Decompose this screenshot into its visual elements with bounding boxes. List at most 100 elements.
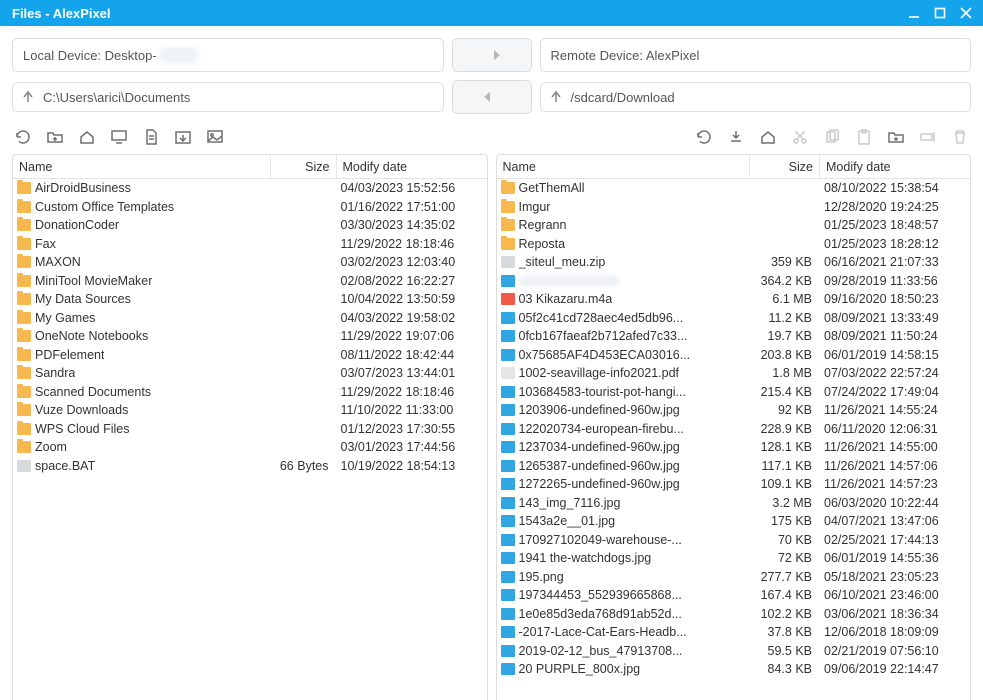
local-path-box[interactable]: C:\Users\arici\Documents: [12, 82, 444, 112]
local-pane: Name Size Modify date AirDroidBusiness04…: [12, 154, 488, 700]
file-name: Custom Office Templates: [35, 200, 174, 214]
file-row[interactable]: 0fcb167faeaf2b712afed7c33...19.7 KB08/09…: [497, 327, 971, 346]
file-date: 11/26/2021 14:55:00: [818, 440, 968, 454]
file-row[interactable]: 122020734-european-firebu...228.9 KB06/1…: [497, 420, 971, 439]
local-column-header[interactable]: Name Size Modify date: [13, 155, 487, 179]
col-name-header[interactable]: Name: [13, 155, 271, 178]
file-row[interactable]: 1203906-undefined-960w.jpg92 KB11/26/202…: [497, 401, 971, 420]
transfer-left-button[interactable]: [452, 80, 532, 114]
remote-file-list[interactable]: GetThemAll08/10/2022 15:38:54Imgur12/28/…: [497, 179, 971, 700]
file-date: 09/28/2019 11:33:56: [818, 274, 968, 288]
file-row[interactable]: 1543a2e__01.jpg175 KB04/07/2021 13:47:06: [497, 512, 971, 531]
copy-button[interactable]: [823, 128, 841, 146]
remote-path-box[interactable]: /sdcard/Download: [540, 82, 972, 112]
transfer-right-button[interactable]: [452, 38, 532, 72]
file-row[interactable]: 20 PURPLE_800x.jpg84.3 KB09/06/2019 22:1…: [497, 660, 971, 679]
file-row[interactable]: Custom Office Templates01/16/2022 17:51:…: [13, 198, 487, 217]
picture-button[interactable]: [206, 128, 224, 146]
desktop-button[interactable]: [110, 128, 128, 146]
file-row[interactable]: -2017-Lace-Cat-Ears-Headb...37.8 KB12/06…: [497, 623, 971, 642]
file-row[interactable]: 143_img_7116.jpg3.2 MB06/03/2020 10:22:4…: [497, 494, 971, 513]
folder-icon: [17, 386, 31, 398]
refresh-button[interactable]: [14, 128, 32, 146]
file-row[interactable]: 0x75685AF4D453ECA03016...203.8 KB06/01/2…: [497, 346, 971, 365]
file-row[interactable]: My Data Sources 10/04/2022 13:50:59: [13, 290, 487, 309]
paste-button[interactable]: [855, 128, 873, 146]
file-row[interactable]: MiniTool MovieMaker02/08/2022 16:22:27: [13, 272, 487, 291]
file-row[interactable]: Regrann01/25/2023 18:48:57: [497, 216, 971, 235]
file-row[interactable]: Zoom03/01/2023 17:44:56: [13, 438, 487, 457]
file-row[interactable]: _siteul_meu.zip359 KB06/16/2021 21:07:33: [497, 253, 971, 272]
col-name-header[interactable]: Name: [497, 155, 751, 178]
col-size-header[interactable]: Size: [750, 155, 820, 178]
close-button[interactable]: [953, 0, 979, 26]
file-row[interactable]: 03 Kikazaru.m4a6.1 MB09/16/2020 18:50:23: [497, 290, 971, 309]
file-date: 07/24/2022 17:49:04: [818, 385, 968, 399]
file-row[interactable]: space.BAT66 Bytes10/19/2022 18:54:13: [13, 457, 487, 476]
file-row[interactable]: Imgur12/28/2020 19:24:25: [497, 198, 971, 217]
image-icon: [501, 608, 515, 620]
file-name: 1e0e85d3eda768d91ab52d...: [519, 607, 682, 621]
col-size-header[interactable]: Size: [271, 155, 337, 178]
file-row[interactable]: 364.2 KB09/28/2019 11:33:56: [497, 272, 971, 291]
file-row[interactable]: WPS Cloud Files01/12/2023 17:30:55: [13, 420, 487, 439]
file-name: My Data Sources: [35, 292, 131, 306]
local-file-list[interactable]: AirDroidBusiness04/03/2023 15:52:56Custo…: [13, 179, 487, 700]
file-row[interactable]: 197344453_552939665868...167.4 KB06/10/2…: [497, 586, 971, 605]
file-row[interactable]: 1237034-undefined-960w.jpg128.1 KB11/26/…: [497, 438, 971, 457]
file-row[interactable]: 05f2c41cd728aec4ed5db96...11.2 KB08/09/2…: [497, 309, 971, 328]
file-date: 03/01/2023 17:44:56: [335, 440, 485, 454]
file-row[interactable]: Scanned Documents11/29/2022 18:18:46: [13, 383, 487, 402]
folder-icon: [17, 367, 31, 379]
file-date: 10/04/2022 13:50:59: [335, 292, 485, 306]
install-apk-button[interactable]: [727, 128, 745, 146]
file-row[interactable]: 1002-seavillage-info2021.pdf1.8 MB07/03/…: [497, 364, 971, 383]
remote-new-folder-button[interactable]: [887, 128, 905, 146]
image-icon: [501, 645, 515, 657]
file-row[interactable]: DonationCoder03/30/2023 14:35:02: [13, 216, 487, 235]
col-date-header[interactable]: Modify date: [337, 155, 487, 178]
image-icon: [501, 423, 515, 435]
file-row[interactable]: 170927102049-warehouse-...70 KB02/25/202…: [497, 531, 971, 550]
file-row[interactable]: GetThemAll08/10/2022 15:38:54: [497, 179, 971, 198]
file-name: 0fcb167faeaf2b712afed7c33...: [519, 329, 688, 343]
local-device-box[interactable]: Local Device: Desktop-: [12, 38, 444, 72]
rename-button[interactable]: [919, 128, 937, 146]
file-row[interactable]: Vuze Downloads11/10/2022 11:33:00: [13, 401, 487, 420]
file-row[interactable]: 195.png277.7 KB05/18/2021 23:05:23: [497, 568, 971, 587]
file-size: 72 KB: [748, 551, 818, 565]
minimize-button[interactable]: [901, 0, 927, 26]
file-size: 37.8 KB: [748, 625, 818, 639]
file-row[interactable]: MAXON03/02/2023 12:03:40: [13, 253, 487, 272]
file-row[interactable]: Reposta01/25/2023 18:28:12: [497, 235, 971, 254]
file-row[interactable]: Sandra03/07/2023 13:44:01: [13, 364, 487, 383]
document-button[interactable]: [142, 128, 160, 146]
file-row[interactable]: 1265387-undefined-960w.jpg117.1 KB11/26/…: [497, 457, 971, 476]
toolbar: [0, 122, 983, 154]
file-row[interactable]: My Games04/03/2022 19:58:02: [13, 309, 487, 328]
file-row[interactable]: Fax11/29/2022 18:18:46: [13, 235, 487, 254]
file-row[interactable]: 1e0e85d3eda768d91ab52d...102.2 KB03/06/2…: [497, 605, 971, 624]
remote-home-button[interactable]: [759, 128, 777, 146]
remote-refresh-button[interactable]: [695, 128, 713, 146]
col-date-header[interactable]: Modify date: [820, 155, 970, 178]
download-button[interactable]: [174, 128, 192, 146]
remote-device-box[interactable]: Remote Device: AlexPixel: [540, 38, 972, 72]
file-row[interactable]: 103684583-tourist-pot-hangi...215.4 KB07…: [497, 383, 971, 402]
maximize-button[interactable]: [927, 0, 953, 26]
home-button[interactable]: [78, 128, 96, 146]
file-name: 1941 the-watchdogs.jpg: [519, 551, 652, 565]
file-row[interactable]: 2019-02-12_bus_47913708...59.5 KB02/21/2…: [497, 642, 971, 661]
file-row[interactable]: 1272265-undefined-960w.jpg109.1 KB11/26/…: [497, 475, 971, 494]
file-size: 364.2 KB: [748, 274, 818, 288]
new-folder-button[interactable]: [46, 128, 64, 146]
delete-button[interactable]: [951, 128, 969, 146]
file-row[interactable]: 1941 the-watchdogs.jpg72 KB06/01/2019 14…: [497, 549, 971, 568]
file-row[interactable]: AirDroidBusiness04/03/2023 15:52:56: [13, 179, 487, 198]
file-date: 03/02/2023 12:03:40: [335, 255, 485, 269]
remote-column-header[interactable]: Name Size Modify date: [497, 155, 971, 179]
file-row[interactable]: PDFelement08/11/2022 18:42:44: [13, 346, 487, 365]
local-path-text: C:\Users\arici\Documents: [43, 90, 190, 105]
file-row[interactable]: OneNote Notebooks11/29/2022 19:07:06: [13, 327, 487, 346]
cut-button[interactable]: [791, 128, 809, 146]
